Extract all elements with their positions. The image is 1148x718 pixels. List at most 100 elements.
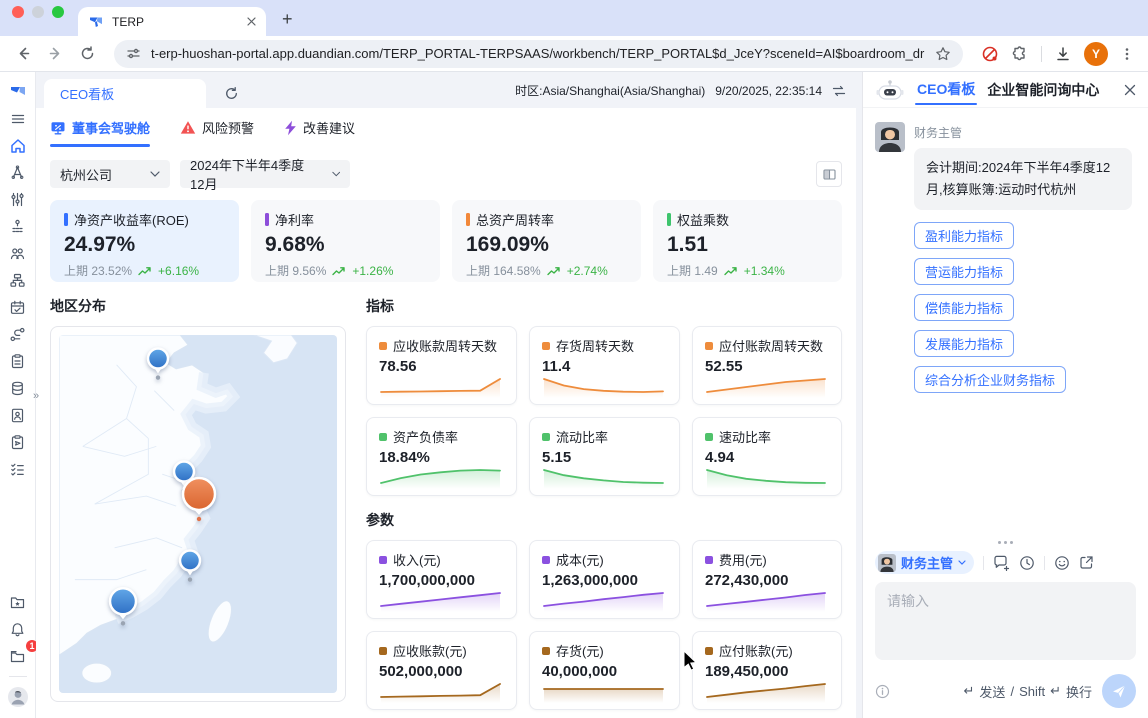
open-external-icon[interactable] <box>1079 555 1094 570</box>
tab-close-icon[interactable] <box>247 17 256 26</box>
kpi-card-net-margin[interactable]: 净利率 9.68% 上期 9.56%+1.26% <box>251 200 440 282</box>
company-select[interactable]: 杭州公司 <box>50 160 170 188</box>
history-clock-icon[interactable] <box>1019 555 1035 571</box>
bookmark-star-icon[interactable] <box>935 46 951 62</box>
back-button[interactable] <box>10 41 36 67</box>
quick-action-operations[interactable]: 营运能力指标 <box>914 258 1014 285</box>
browser-menu-icon[interactable] <box>1120 47 1134 61</box>
metric-label: 流动比率 <box>556 427 608 446</box>
downloads-icon[interactable] <box>1054 45 1072 63</box>
clipboard-icon[interactable] <box>4 348 32 375</box>
period-select[interactable]: 2024年下半年4季度12月 <box>180 160 350 188</box>
map-pin-orange[interactable] <box>179 475 219 525</box>
sidebar-expand-icon[interactable]: » <box>33 390 39 402</box>
page-header: CEO看板 时区:Asia/Shanghai(Asia/Shanghai) 9/… <box>36 72 862 108</box>
metric-card[interactable]: 资产负债率18.84% <box>366 417 517 496</box>
clipboard-send-icon[interactable] <box>4 429 32 456</box>
site-info-icon[interactable] <box>126 46 141 61</box>
page-refresh-icon[interactable] <box>224 86 239 101</box>
param-value: 1,263,000,000 <box>542 572 667 589</box>
param-card[interactable]: 存货(元)40,000,000 <box>529 631 680 710</box>
map-pin-blue[interactable] <box>176 548 204 586</box>
send-button[interactable] <box>1102 674 1136 708</box>
close-window-button[interactable] <box>12 6 24 18</box>
quick-action-comprehensive[interactable]: 综合分析企业财务指标 <box>914 366 1066 393</box>
message-input[interactable] <box>875 582 1136 660</box>
url-text[interactable]: t-erp-huoshan-portal.app.duandian.com/TE… <box>151 46 925 61</box>
tab-boardroom-cockpit[interactable]: 董事会驾驶舱 <box>50 118 150 147</box>
forward-button[interactable] <box>42 41 68 67</box>
param-sparkline <box>379 590 504 613</box>
message-input-wrap <box>875 582 1136 665</box>
sitemap-icon[interactable] <box>4 267 32 294</box>
coins-icon[interactable] <box>4 375 32 402</box>
role-selector[interactable]: 财务主管 <box>875 551 974 574</box>
reload-button[interactable] <box>74 41 100 67</box>
browser-tab[interactable]: TERP <box>78 7 266 36</box>
document-user-icon[interactable] <box>4 402 32 429</box>
chevron-down-icon <box>958 560 966 565</box>
zoom-window-button[interactable] <box>52 6 64 18</box>
metric-value: 78.56 <box>379 358 504 375</box>
metric-card[interactable]: 速动比率4.94 <box>692 417 842 496</box>
minimize-window-button[interactable] <box>32 6 44 18</box>
quick-action-profitability[interactable]: 盈利能力指标 <box>914 222 1014 249</box>
assistant-tab-ceo[interactable]: CEO看板 <box>915 75 977 105</box>
sliders-icon[interactable] <box>4 186 32 213</box>
quick-action-growth[interactable]: 发展能力指标 <box>914 330 1014 357</box>
param-card[interactable]: 应付账款(元)189,450,000 <box>692 631 842 710</box>
close-icon[interactable] <box>1124 84 1136 96</box>
home-icon[interactable] <box>4 132 32 159</box>
param-label: 存货(元) <box>556 641 604 660</box>
profile-avatar[interactable]: Y <box>1084 42 1108 66</box>
metric-color-icon <box>705 342 713 350</box>
compass-icon[interactable] <box>4 159 32 186</box>
tasks-folder-icon[interactable]: 1 <box>4 643 32 670</box>
metric-label: 资产负债率 <box>393 427 458 446</box>
page-tab-ceo-dashboard[interactable]: CEO看板 <box>44 79 206 108</box>
tab-improvement-suggestions[interactable]: 改善建议 <box>284 118 355 147</box>
tab-risk-alerts[interactable]: 风险预警 <box>180 118 254 147</box>
metric-card[interactable]: 流动比率5.15 <box>529 417 680 496</box>
emoji-icon[interactable] <box>1054 555 1070 571</box>
metric-card[interactable]: 应收账款周转天数 78.56 <box>366 326 517 405</box>
layout-toggle-button[interactable] <box>816 161 842 187</box>
metric-sparkline <box>705 376 829 399</box>
new-tab-button[interactable]: + <box>282 9 293 30</box>
info-icon[interactable] <box>875 684 890 699</box>
kpi-delta: +6.16% <box>158 264 199 278</box>
metric-label: 应收账款周转天数 <box>393 336 497 355</box>
param-sparkline <box>705 681 829 704</box>
kpi-card-equity-multiplier[interactable]: 权益乘数 1.51 上期 1.49+1.34% <box>653 200 842 282</box>
param-sparkline <box>705 590 829 613</box>
drag-handle-icon[interactable] <box>875 538 1136 549</box>
kpi-card-asset-turnover[interactable]: 总资产周转率 169.09% 上期 164.58%+2.74% <box>452 200 641 282</box>
map-pin-blue[interactable] <box>144 346 172 384</box>
folder-star-icon[interactable] <box>4 589 32 616</box>
extensions-puzzle-icon[interactable] <box>1011 45 1029 63</box>
quick-actions: 盈利能力指标 营运能力指标 偿债能力指标 发展能力指标 综合分析企业财务指标 <box>914 222 1136 393</box>
new-conversation-icon[interactable] <box>993 555 1010 571</box>
timezone-swap-icon[interactable] <box>832 85 846 97</box>
param-card[interactable]: 费用(元)272,430,000 <box>692 540 842 619</box>
workflow-icon[interactable] <box>4 321 32 348</box>
kpi-delta: +2.74% <box>567 264 608 278</box>
metric-card[interactable]: 应付账款周转天数52.55 <box>692 326 842 405</box>
user-avatar[interactable] <box>4 683 32 710</box>
menu-icon[interactable] <box>4 105 32 132</box>
team-icon[interactable] <box>4 240 32 267</box>
blocker-extension-icon[interactable] <box>981 45 999 63</box>
hierarchy-icon[interactable] <box>4 213 32 240</box>
checklist-icon[interactable] <box>4 456 32 483</box>
map-pin-blue[interactable] <box>106 585 140 629</box>
bell-icon[interactable] <box>4 616 32 643</box>
quick-action-solvency[interactable]: 偿债能力指标 <box>914 294 1014 321</box>
kpi-card-roe[interactable]: 净资产收益率(ROE) 24.97% 上期 23.52%+6.16% <box>50 200 239 282</box>
param-card[interactable]: 成本(元)1,263,000,000 <box>529 540 680 619</box>
param-card[interactable]: 收入(元)1,700,000,000 <box>366 540 517 619</box>
param-card[interactable]: 应收账款(元)502,000,000 <box>366 631 517 710</box>
address-bar[interactable]: t-erp-huoshan-portal.app.duandian.com/TE… <box>114 40 963 68</box>
calendar-check-icon[interactable] <box>4 294 32 321</box>
metric-sparkline <box>542 376 667 399</box>
metric-card[interactable]: 存货周转天数11.4 <box>529 326 680 405</box>
